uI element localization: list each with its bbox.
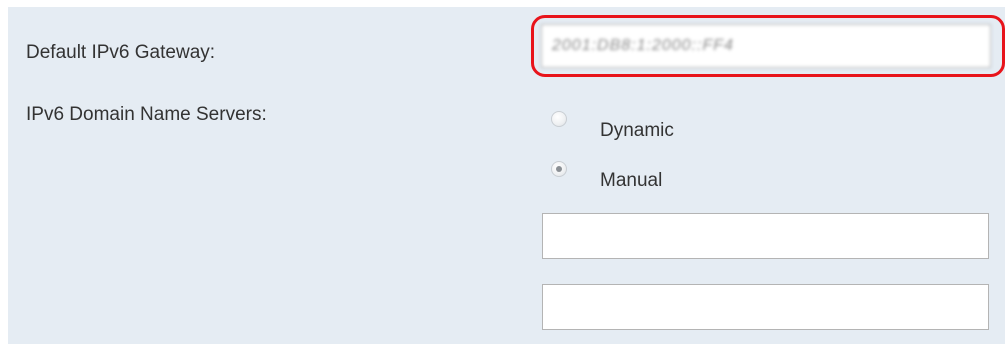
ipv6-dns-label: IPv6 Domain Name Servers: xyxy=(26,104,267,125)
default-ipv6-gateway-input[interactable] xyxy=(541,24,991,68)
dns-manual-label: Manual xyxy=(600,170,663,191)
dns-manual-radio[interactable] xyxy=(551,161,567,177)
default-ipv6-gateway-label: Default IPv6 Gateway: xyxy=(26,42,216,63)
dns-dynamic-radio[interactable] xyxy=(551,111,567,127)
dns-dynamic-label: Dynamic xyxy=(600,120,674,141)
dns-server-2-input[interactable] xyxy=(542,284,989,330)
dns-server-1-input[interactable] xyxy=(542,213,989,259)
